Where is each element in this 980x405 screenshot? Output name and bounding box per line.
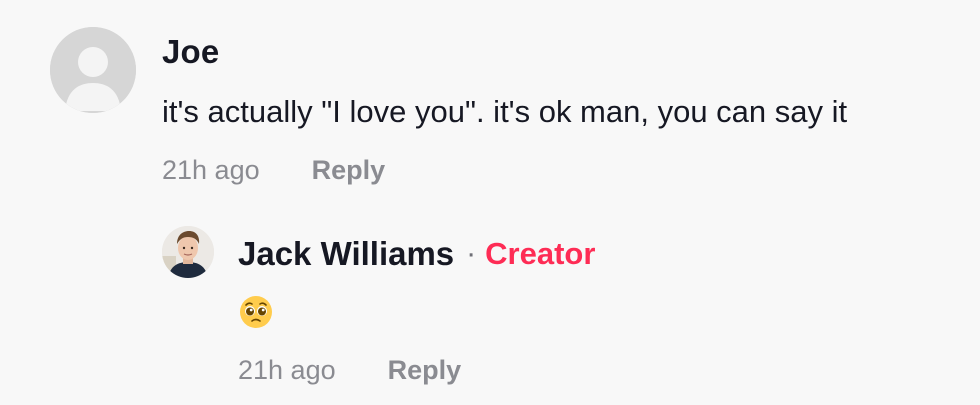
reply-meta: 21h ago Reply [238,352,461,388]
reply-timestamp: 21h ago [238,355,336,385]
creator-avatar[interactable] [162,226,214,278]
reply-reply-button[interactable]: Reply [388,352,462,388]
comment-author-name[interactable]: Joe [162,32,219,72]
pleading-face-emoji-icon: 🥺 [238,294,274,330]
reply-author-name[interactable]: Jack Williams [238,233,454,275]
default-user-avatar-icon[interactable] [50,27,136,113]
reply-header: Jack Williams · Creator [238,233,595,275]
comment-thread: Joe it's actually "I love you". it's ok … [0,0,980,405]
separator-dot: · [466,237,477,270]
comment-meta: 21h ago Reply [162,152,385,188]
comment-reply-button[interactable]: Reply [312,152,386,188]
creator-badge: Creator [485,236,596,271]
comment-text: it's actually "I love you". it's ok man,… [162,94,848,129]
comment-timestamp: 21h ago [162,155,260,185]
